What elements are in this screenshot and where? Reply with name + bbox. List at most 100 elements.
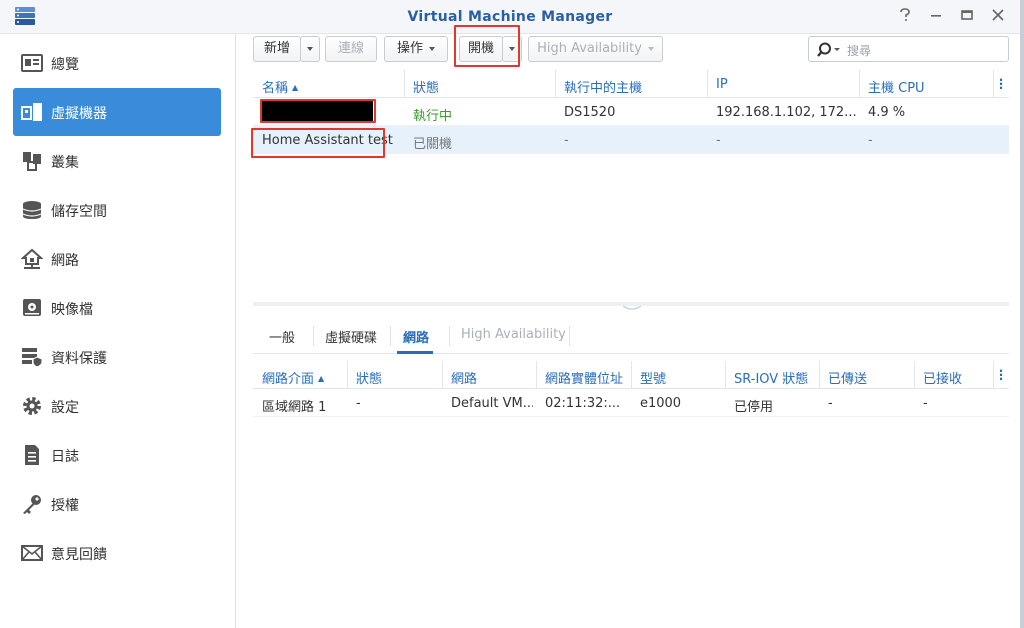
sidebar-item-label: 網路	[51, 253, 79, 269]
tab-network[interactable]: 網路	[403, 327, 429, 346]
tab-virtual-disk[interactable]: 虛擬硬碟	[325, 327, 377, 346]
close-icon[interactable]	[989, 8, 1007, 26]
create-button[interactable]: 新增	[253, 36, 301, 62]
sidebar-item-label: 設定	[51, 400, 79, 416]
overview-icon	[21, 54, 43, 72]
action-label: 操作	[396, 41, 423, 56]
sidebar: 總覽 虛擬機器 叢集 儲存空間 網路 映像檔 資料保護 設定 日誌 授權 意見回…	[0, 34, 236, 628]
column-menu-icon[interactable]: · · ·	[995, 74, 1007, 94]
vm-cpu: -	[868, 133, 873, 148]
sidebar-item-storage[interactable]: 儲存空間	[13, 186, 221, 234]
column-header-received[interactable]: 已接收	[923, 368, 962, 387]
detail-tabbar: 一般 虛擬硬碟 網路 High Availability	[253, 320, 1009, 354]
column-header-status[interactable]: 狀態	[413, 77, 439, 96]
window-title: Virtual Machine Manager	[407, 9, 613, 25]
sidebar-item-network[interactable]: 網路	[13, 235, 221, 283]
vm-host: -	[564, 133, 569, 148]
column-header-ip[interactable]: IP	[716, 77, 728, 92]
nic-network: Default VM...	[451, 396, 533, 411]
tab-high-availability[interactable]: High Availability	[461, 327, 566, 342]
chevron-down-icon	[307, 46, 313, 51]
vm-status: 已關機	[413, 137, 453, 152]
vm-cpu: 4.9 %	[868, 105, 906, 120]
connect-button[interactable]: 連線	[325, 36, 377, 62]
column-header-name[interactable]: 名稱 ▲	[262, 77, 298, 96]
splitter-handle-icon	[622, 305, 642, 310]
log-icon	[25, 445, 39, 465]
network-table-header: 網路介面 ▲ 狀態 網路 網路實體位址 型號 SR-IOV 狀態 已傳送 已接收 …	[253, 361, 1009, 389]
sort-asc-icon: ▲	[292, 83, 299, 92]
highlight-box-power-on	[454, 25, 520, 67]
sidebar-item-label: 儲存空間	[51, 204, 107, 220]
sort-asc-icon: ▲	[318, 374, 325, 383]
maximize-icon[interactable]	[958, 8, 976, 26]
sidebar-item-label: 意見回饋	[51, 547, 107, 563]
search-icon	[817, 42, 840, 57]
column-header-cpu[interactable]: 主機 CPU	[868, 77, 925, 96]
table-row[interactable]: 區域網路 1 - Default VM... 02:11:32:... e100…	[253, 389, 1009, 417]
highlight-box-vm-name	[260, 99, 376, 123]
action-button[interactable]: 操作	[384, 36, 448, 62]
high-availability-label: High Availability	[537, 41, 642, 56]
nic-status: -	[356, 396, 361, 411]
sidebar-item-label: 叢集	[51, 155, 79, 171]
vm-table-header: 名稱 ▲ 狀態 執行中的主機 IP 主機 CPU · · ·	[253, 70, 1009, 98]
sidebar-item-label: 授權	[51, 498, 79, 514]
nic-interface: 區域網路 1	[262, 400, 327, 415]
column-header-interface[interactable]: 網路介面 ▲	[262, 368, 324, 387]
sidebar-item-label: 映像檔	[51, 302, 93, 318]
vmm-window: Virtual Machine Manager 總覽 虛擬機器 叢集 儲存空間 …	[0, 0, 1020, 628]
table-row[interactable]: 執行中 DS1520 192.168.1.102, 172.... 4.9 %	[253, 98, 1009, 126]
panel-splitter[interactable]	[253, 302, 1009, 310]
search-placeholder: 搜尋	[847, 44, 872, 58]
sidebar-item-label: 虛擬機器	[51, 106, 107, 122]
image-icon	[23, 299, 41, 316]
sidebar-item-label: 日誌	[51, 449, 79, 465]
sidebar-item-vm[interactable]: 虛擬機器	[13, 88, 221, 136]
create-dropdown-button[interactable]	[300, 36, 320, 62]
chevron-down-icon	[647, 46, 654, 51]
cluster-icon	[23, 152, 41, 171]
sidebar-item-cluster[interactable]: 叢集	[13, 137, 221, 185]
nic-model: e1000	[640, 396, 682, 411]
sidebar-item-label: 資料保護	[51, 351, 107, 367]
vm-host: DS1520	[564, 105, 616, 120]
vm-status: 執行中	[413, 109, 453, 124]
vm-ip: -	[716, 133, 721, 148]
main-panel: 新增 連線 操作 開機 High Availability 搜尋 名稱 ▲ 狀態 …	[237, 25, 1020, 628]
nic-sriov: 已停用	[734, 400, 774, 415]
sidebar-item-settings[interactable]: 設定	[13, 382, 221, 430]
key-icon	[23, 495, 41, 514]
sidebar-item-label: 總覽	[51, 57, 79, 73]
sidebar-item-log[interactable]: 日誌	[13, 431, 221, 479]
column-menu-icon[interactable]: · · ·	[995, 365, 1007, 385]
column-header-host[interactable]: 執行中的主機	[564, 77, 642, 96]
vm-icon	[21, 103, 42, 121]
sidebar-item-image[interactable]: 映像檔	[13, 284, 221, 332]
active-tab-indicator	[397, 351, 433, 354]
sidebar-item-feedback[interactable]: 意見回饋	[13, 529, 221, 577]
highlight-box-vm-name	[251, 128, 385, 158]
nic-received: -	[923, 396, 928, 411]
network-icon	[21, 248, 43, 269]
sidebar-item-protection[interactable]: 資料保護	[13, 333, 221, 381]
column-header-sent[interactable]: 已傳送	[828, 368, 867, 387]
sidebar-item-license[interactable]: 授權	[13, 480, 221, 528]
column-header-network[interactable]: 網路	[451, 368, 477, 387]
protection-icon	[22, 348, 43, 368]
tab-general[interactable]: 一般	[269, 327, 295, 346]
search-box[interactable]: 搜尋	[808, 36, 1009, 62]
column-header-model[interactable]: 型號	[640, 368, 666, 387]
help-icon[interactable]	[896, 8, 914, 26]
column-header-status[interactable]: 狀態	[356, 368, 382, 387]
high-availability-button[interactable]: High Availability	[528, 36, 663, 62]
sidebar-item-overview[interactable]: 總覽	[13, 39, 221, 87]
gear-icon	[23, 397, 41, 415]
chevron-down-icon	[429, 46, 435, 51]
minimize-icon[interactable]	[927, 8, 945, 26]
table-row[interactable]: Home Assistant test 已關機 - - -	[251, 126, 1009, 158]
column-header-sriov[interactable]: SR-IOV 狀態	[734, 368, 808, 387]
nic-sent: -	[828, 396, 833, 411]
column-header-mac[interactable]: 網路實體位址	[545, 368, 623, 387]
vm-ip: 192.168.1.102, 172....	[716, 105, 856, 120]
